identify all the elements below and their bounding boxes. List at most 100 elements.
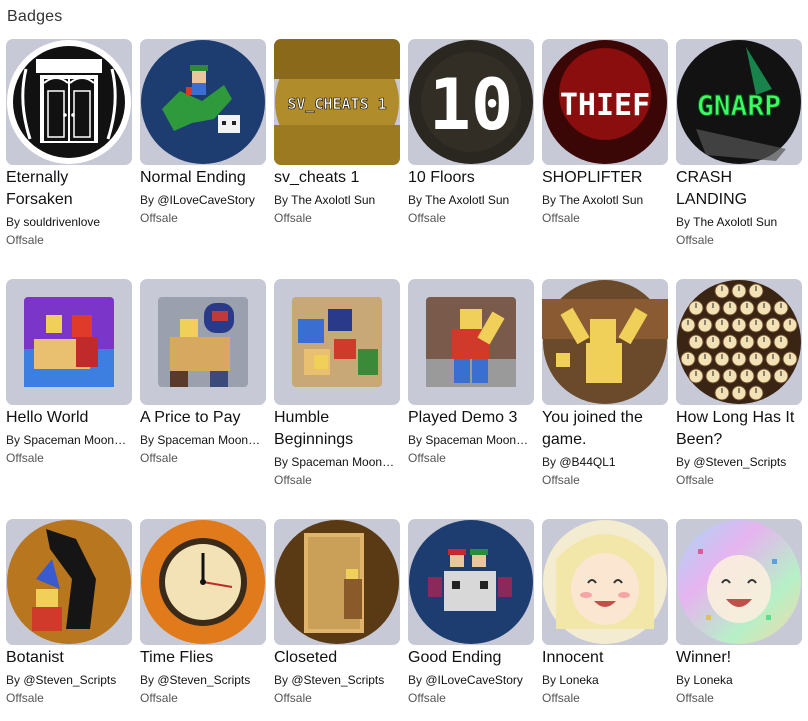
pixel-robot-icon: [409, 520, 533, 644]
badge-thumbnail[interactable]: 10: [408, 39, 534, 165]
badges-grid: Eternally Forsaken By souldrivenlove Off…: [6, 39, 802, 719]
badge-card[interactable]: THIEF SHOPLIFTER By The Axolotl Sun Offs…: [542, 39, 668, 279]
badge-creator: By Spaceman Moon…: [274, 453, 398, 471]
hugging-figures-icon: [24, 297, 114, 387]
creator-link[interactable]: @Steven_Scripts: [23, 673, 116, 687]
badge-name[interactable]: You joined the game.: [542, 407, 668, 451]
badge-thumbnail[interactable]: [6, 39, 132, 165]
badge-thumbnail[interactable]: [676, 519, 802, 645]
badge-thumbnail[interactable]: [6, 519, 132, 645]
creator-link[interactable]: @Steven_Scripts: [157, 673, 250, 687]
badge-status: Offsale: [408, 211, 446, 225]
creator-link[interactable]: The Axolotl Sun: [693, 215, 777, 229]
badge-status: Offsale: [140, 691, 178, 705]
badge-card[interactable]: How Long Has It Been? By @Steven_Scripts…: [676, 279, 802, 519]
badge-card[interactable]: Played Demo 3 By Spaceman Moon… Offsale: [408, 279, 534, 519]
badge-thumbnail[interactable]: [274, 519, 400, 645]
badge-creator: By Spaceman Moon…: [140, 431, 264, 449]
closet-door-icon: [275, 520, 399, 644]
creator-link[interactable]: Spaceman Moon…: [23, 433, 126, 447]
smiling-girl-icon: [543, 520, 667, 644]
badge-card[interactable]: A Price to Pay By Spaceman Moon… Offsale: [140, 279, 266, 519]
badge-card[interactable]: Normal Ending By @ILoveCaveStory Offsale: [140, 39, 266, 279]
badge-thumbnail[interactable]: [140, 279, 266, 405]
badge-name[interactable]: Eternally Forsaken: [6, 167, 132, 211]
creator-link[interactable]: Spaceman Moon…: [291, 455, 394, 469]
badge-name[interactable]: How Long Has It Been?: [676, 407, 802, 451]
badge-name[interactable]: Normal Ending: [140, 167, 266, 189]
badge-name[interactable]: Hello World: [6, 407, 132, 429]
creator-link[interactable]: The Axolotl Sun: [291, 193, 375, 207]
badge-name[interactable]: Botanist: [6, 647, 132, 669]
badge-card[interactable]: Humble Beginnings By Spaceman Moon… Offs…: [274, 279, 400, 519]
creator-link[interactable]: Spaceman Moon…: [425, 433, 528, 447]
by-label: By: [274, 673, 289, 687]
creator-link[interactable]: @Steven_Scripts: [291, 673, 384, 687]
badge-thumbnail[interactable]: [408, 279, 534, 405]
creator-link[interactable]: The Axolotl Sun: [559, 193, 643, 207]
badge-card[interactable]: You joined the game. By @B44QL1 Offsale: [542, 279, 668, 519]
badge-card[interactable]: Closeted By @Steven_Scripts Offsale: [274, 519, 400, 719]
badge-card[interactable]: Time Flies By @Steven_Scripts Offsale: [140, 519, 266, 719]
badge-card[interactable]: Eternally Forsaken By souldrivenlove Off…: [6, 39, 132, 279]
badge-status: Offsale: [6, 691, 44, 705]
badge-name[interactable]: 10 Floors: [408, 167, 534, 189]
figure-arms-up-icon: [542, 280, 668, 404]
creator-link[interactable]: @Steven_Scripts: [693, 455, 786, 469]
creator-link[interactable]: Loneka: [693, 673, 732, 687]
badge-creator: By @ILoveCaveStory: [408, 671, 532, 689]
badge-card[interactable]: GNARP CRASH LANDING By The Axolotl Sun O…: [676, 39, 802, 279]
badge-card[interactable]: Innocent By Loneka Offsale: [542, 519, 668, 719]
badge-name[interactable]: sv_cheats 1: [274, 167, 400, 189]
badge-thumbnail[interactable]: [408, 519, 534, 645]
creator-link[interactable]: @B44QL1: [559, 455, 615, 469]
badge-thumbnail[interactable]: [676, 279, 802, 405]
badge-thumbnail[interactable]: [140, 519, 266, 645]
badge-status: Offsale: [542, 473, 580, 487]
badge-name[interactable]: Closeted: [274, 647, 400, 669]
creator-link[interactable]: @ILoveCaveStory: [157, 193, 255, 207]
badge-thumbnail[interactable]: [140, 39, 266, 165]
by-label: By: [542, 193, 557, 207]
badge-card[interactable]: Good Ending By @ILoveCaveStory Offsale: [408, 519, 534, 719]
badge-name[interactable]: Humble Beginnings: [274, 407, 400, 451]
badge-card[interactable]: SV_CHEATS 1 sv_cheats 1 By The Axolotl S…: [274, 39, 400, 279]
badge-thumbnail[interactable]: [542, 279, 668, 405]
badge-creator: By @Steven_Scripts: [274, 671, 398, 689]
badge-name[interactable]: CRASH LANDING: [676, 167, 802, 211]
badge-status: Offsale: [408, 451, 446, 465]
badge-card[interactable]: Winner! By Loneka Offsale: [676, 519, 802, 719]
badge-thumbnail[interactable]: GNARP: [676, 39, 802, 165]
badge-thumbnail[interactable]: [274, 279, 400, 405]
badge-name[interactable]: Played Demo 3: [408, 407, 534, 429]
badge-card[interactable]: Hello World By Spaceman Moon… Offsale: [6, 279, 132, 519]
badge-name[interactable]: Innocent: [542, 647, 668, 669]
creator-link[interactable]: The Axolotl Sun: [425, 193, 509, 207]
creator-link[interactable]: @ILoveCaveStory: [425, 673, 523, 687]
creator-link[interactable]: Spaceman Moon…: [157, 433, 260, 447]
by-label: By: [6, 433, 21, 447]
creator-link[interactable]: Loneka: [559, 673, 598, 687]
badge-card[interactable]: 10 10 Floors By The Axolotl Sun Offsale: [408, 39, 534, 279]
badge-status: Offsale: [274, 473, 312, 487]
badge-name[interactable]: SHOPLIFTER: [542, 167, 668, 189]
creator-link[interactable]: souldrivenlove: [23, 215, 100, 229]
badge-thumbnail[interactable]: [542, 519, 668, 645]
wall-clock-icon: [141, 520, 265, 644]
badge-thumbnail[interactable]: THIEF: [542, 39, 668, 165]
badge-status: Offsale: [676, 233, 714, 247]
many-clocks-icon: [677, 280, 801, 404]
badge-creator: By @Steven_Scripts: [140, 671, 264, 689]
badge-thumbnail[interactable]: SV_CHEATS 1: [274, 39, 400, 165]
badge-status: Offsale: [140, 451, 178, 465]
badge-name[interactable]: Good Ending: [408, 647, 534, 669]
by-label: By: [408, 193, 423, 207]
badge-thumbnail[interactable]: [6, 279, 132, 405]
badge-creator: By @B44QL1: [542, 453, 666, 471]
badge-name[interactable]: A Price to Pay: [140, 407, 266, 429]
badge-name[interactable]: Winner!: [676, 647, 802, 669]
badge-card[interactable]: Botanist By @Steven_Scripts Offsale: [6, 519, 132, 719]
hooded-figure-carry-icon: [158, 297, 248, 387]
pixel-dragon-rider-icon: [141, 40, 265, 164]
badge-name[interactable]: Time Flies: [140, 647, 266, 669]
